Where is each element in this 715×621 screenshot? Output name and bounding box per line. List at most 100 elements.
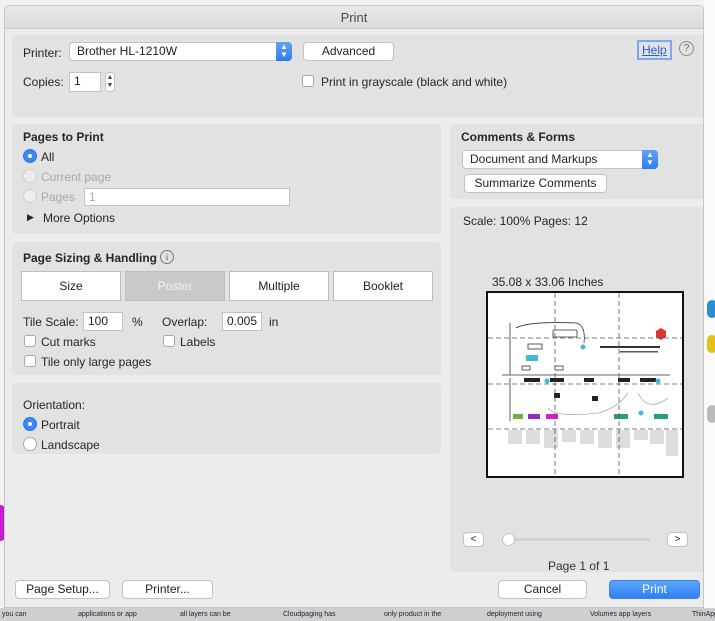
- printer-select[interactable]: Brother HL-1210W ▲ ▼: [69, 42, 292, 61]
- grayscale-checkbox[interactable]: [302, 75, 314, 87]
- diagram-node: [638, 410, 644, 416]
- tab-poster[interactable]: Poster: [125, 271, 225, 301]
- diagram-node: [521, 365, 531, 371]
- current-page-radio[interactable]: [23, 169, 37, 183]
- overlap-unit: in: [269, 315, 279, 329]
- comments-forms-select[interactable]: Document and Markups ▲ ▼: [462, 150, 658, 169]
- diagram-legend-box: [580, 430, 594, 444]
- diagram-node: [654, 414, 668, 419]
- landscape-radio[interactable]: [23, 437, 37, 451]
- cancel-button[interactable]: Cancel: [498, 580, 587, 599]
- tab-multiple[interactable]: Multiple: [229, 271, 329, 301]
- copies-label: Copies:: [23, 75, 64, 89]
- diagram-legend-box: [666, 430, 678, 456]
- background-text: deployment using: [487, 611, 542, 618]
- info-icon[interactable]: i: [160, 250, 174, 264]
- diagram-node: [592, 396, 598, 401]
- next-page-button[interactable]: >: [667, 532, 688, 547]
- diagram-legend-box: [598, 430, 612, 448]
- diagram-node: [618, 378, 630, 382]
- diagram-connector: [637, 392, 669, 405]
- grayscale-label: Print in grayscale (black and white): [321, 75, 508, 89]
- diagram-node: [526, 355, 538, 361]
- background-document-edge: [704, 0, 715, 621]
- diagram-legend-box: [544, 430, 558, 448]
- page-sizing-panel: Page Sizing & Handling i Size Poster Mul…: [12, 242, 441, 375]
- tile-large-pages-checkbox[interactable]: [24, 355, 36, 367]
- diagram-node: [580, 344, 586, 350]
- background-decoration: [707, 335, 715, 353]
- printer-select-value: Brother HL-1210W: [77, 44, 178, 58]
- help-icon[interactable]: ?: [679, 41, 694, 56]
- diagram-node: [640, 378, 656, 382]
- print-button[interactable]: Print: [609, 580, 700, 599]
- printer-settings-panel: Printer: Brother HL-1210W ▲ ▼ Advanced He…: [12, 35, 703, 117]
- pages-range-input[interactable]: 1: [84, 188, 290, 206]
- diagram-node: [527, 343, 543, 350]
- all-pages-radio[interactable]: [23, 149, 37, 163]
- pages-range-radio[interactable]: [23, 189, 37, 203]
- diagram-node: [528, 414, 540, 419]
- landscape-label: Landscape: [41, 438, 100, 452]
- summarize-comments-button[interactable]: Summarize Comments: [464, 174, 607, 193]
- dialog-title: Print: [5, 6, 703, 29]
- portrait-radio[interactable]: [23, 417, 37, 431]
- tile-cut-lines: [488, 293, 682, 476]
- printer-label: Printer:: [23, 46, 62, 60]
- diagram-legend-box: [650, 430, 664, 444]
- help-link[interactable]: Help: [637, 40, 672, 60]
- background-document-strip: you can applications or app all layers c…: [0, 608, 715, 621]
- pages-to-print-panel: Pages to Print All Current page Pages 1 …: [12, 124, 441, 234]
- background-text: applications or app: [78, 611, 137, 618]
- copies-input[interactable]: 1: [69, 72, 101, 92]
- page-sizing-title: Page Sizing & Handling: [23, 251, 158, 265]
- diagram-node: [524, 378, 540, 382]
- tile-large-pages-label: Tile only large pages: [41, 355, 152, 369]
- diagram-node: [584, 378, 594, 382]
- page-slider-track[interactable]: [507, 538, 650, 541]
- page-slider-knob[interactable]: [502, 533, 515, 546]
- diagram-connector: [515, 322, 585, 344]
- background-text: Volumes app layers: [590, 611, 652, 618]
- diagram-subtitle-text: [620, 351, 658, 353]
- overlap-input[interactable]: 0.005: [222, 312, 262, 331]
- diagram-legend-box: [526, 430, 540, 444]
- cut-marks-checkbox[interactable]: [24, 335, 36, 347]
- all-pages-label: All: [41, 150, 55, 164]
- diagram-node: [552, 329, 578, 338]
- labels-checkbox[interactable]: [163, 335, 175, 347]
- preview-diagram: [488, 293, 682, 476]
- comments-forms-title: Comments & Forms: [461, 130, 576, 144]
- copies-stepper[interactable]: ▲ ▼: [105, 72, 115, 92]
- tab-booklet[interactable]: Booklet: [333, 271, 433, 301]
- diagram-node: [546, 414, 558, 419]
- advanced-button[interactable]: Advanced: [303, 42, 394, 61]
- diagram-legend-box: [616, 430, 630, 448]
- diagram-title-text: [600, 346, 660, 348]
- comments-forms-select-value: Document and Markups: [470, 152, 598, 166]
- scale-pages-info: Scale: 100% Pages: 12: [463, 214, 588, 228]
- background-text: all layers can be: [180, 611, 231, 618]
- background-text: Cloudpaging has: [283, 611, 336, 618]
- page-indicator: Page 1 of 1: [548, 559, 610, 573]
- diagram-legend-box: [562, 430, 576, 442]
- more-options-toggle[interactable]: More Options: [43, 211, 115, 225]
- diagram-legend-box: [634, 430, 648, 440]
- background-decoration: [707, 405, 715, 423]
- tab-size[interactable]: Size: [21, 271, 121, 301]
- portrait-label: Portrait: [41, 418, 80, 432]
- tile-scale-input[interactable]: 100: [83, 312, 123, 331]
- pages-range-label: Pages: [41, 190, 76, 204]
- select-arrows-icon: ▲ ▼: [276, 42, 292, 61]
- comments-forms-panel: Comments & Forms Document and Markups ▲ ▼…: [450, 124, 703, 199]
- printer-button[interactable]: Printer...: [122, 580, 213, 599]
- disclosure-triangle-icon[interactable]: ▶: [27, 212, 34, 223]
- previous-page-button[interactable]: <: [463, 532, 484, 547]
- orientation-title: Orientation:: [23, 398, 86, 412]
- overlap-label: Overlap:: [162, 315, 208, 329]
- labels-label: Labels: [180, 335, 216, 349]
- diagram-node: [550, 378, 564, 382]
- page-setup-button[interactable]: Page Setup...: [15, 580, 110, 599]
- select-arrows-icon: ▲ ▼: [642, 150, 658, 169]
- diagram-node: [544, 378, 550, 384]
